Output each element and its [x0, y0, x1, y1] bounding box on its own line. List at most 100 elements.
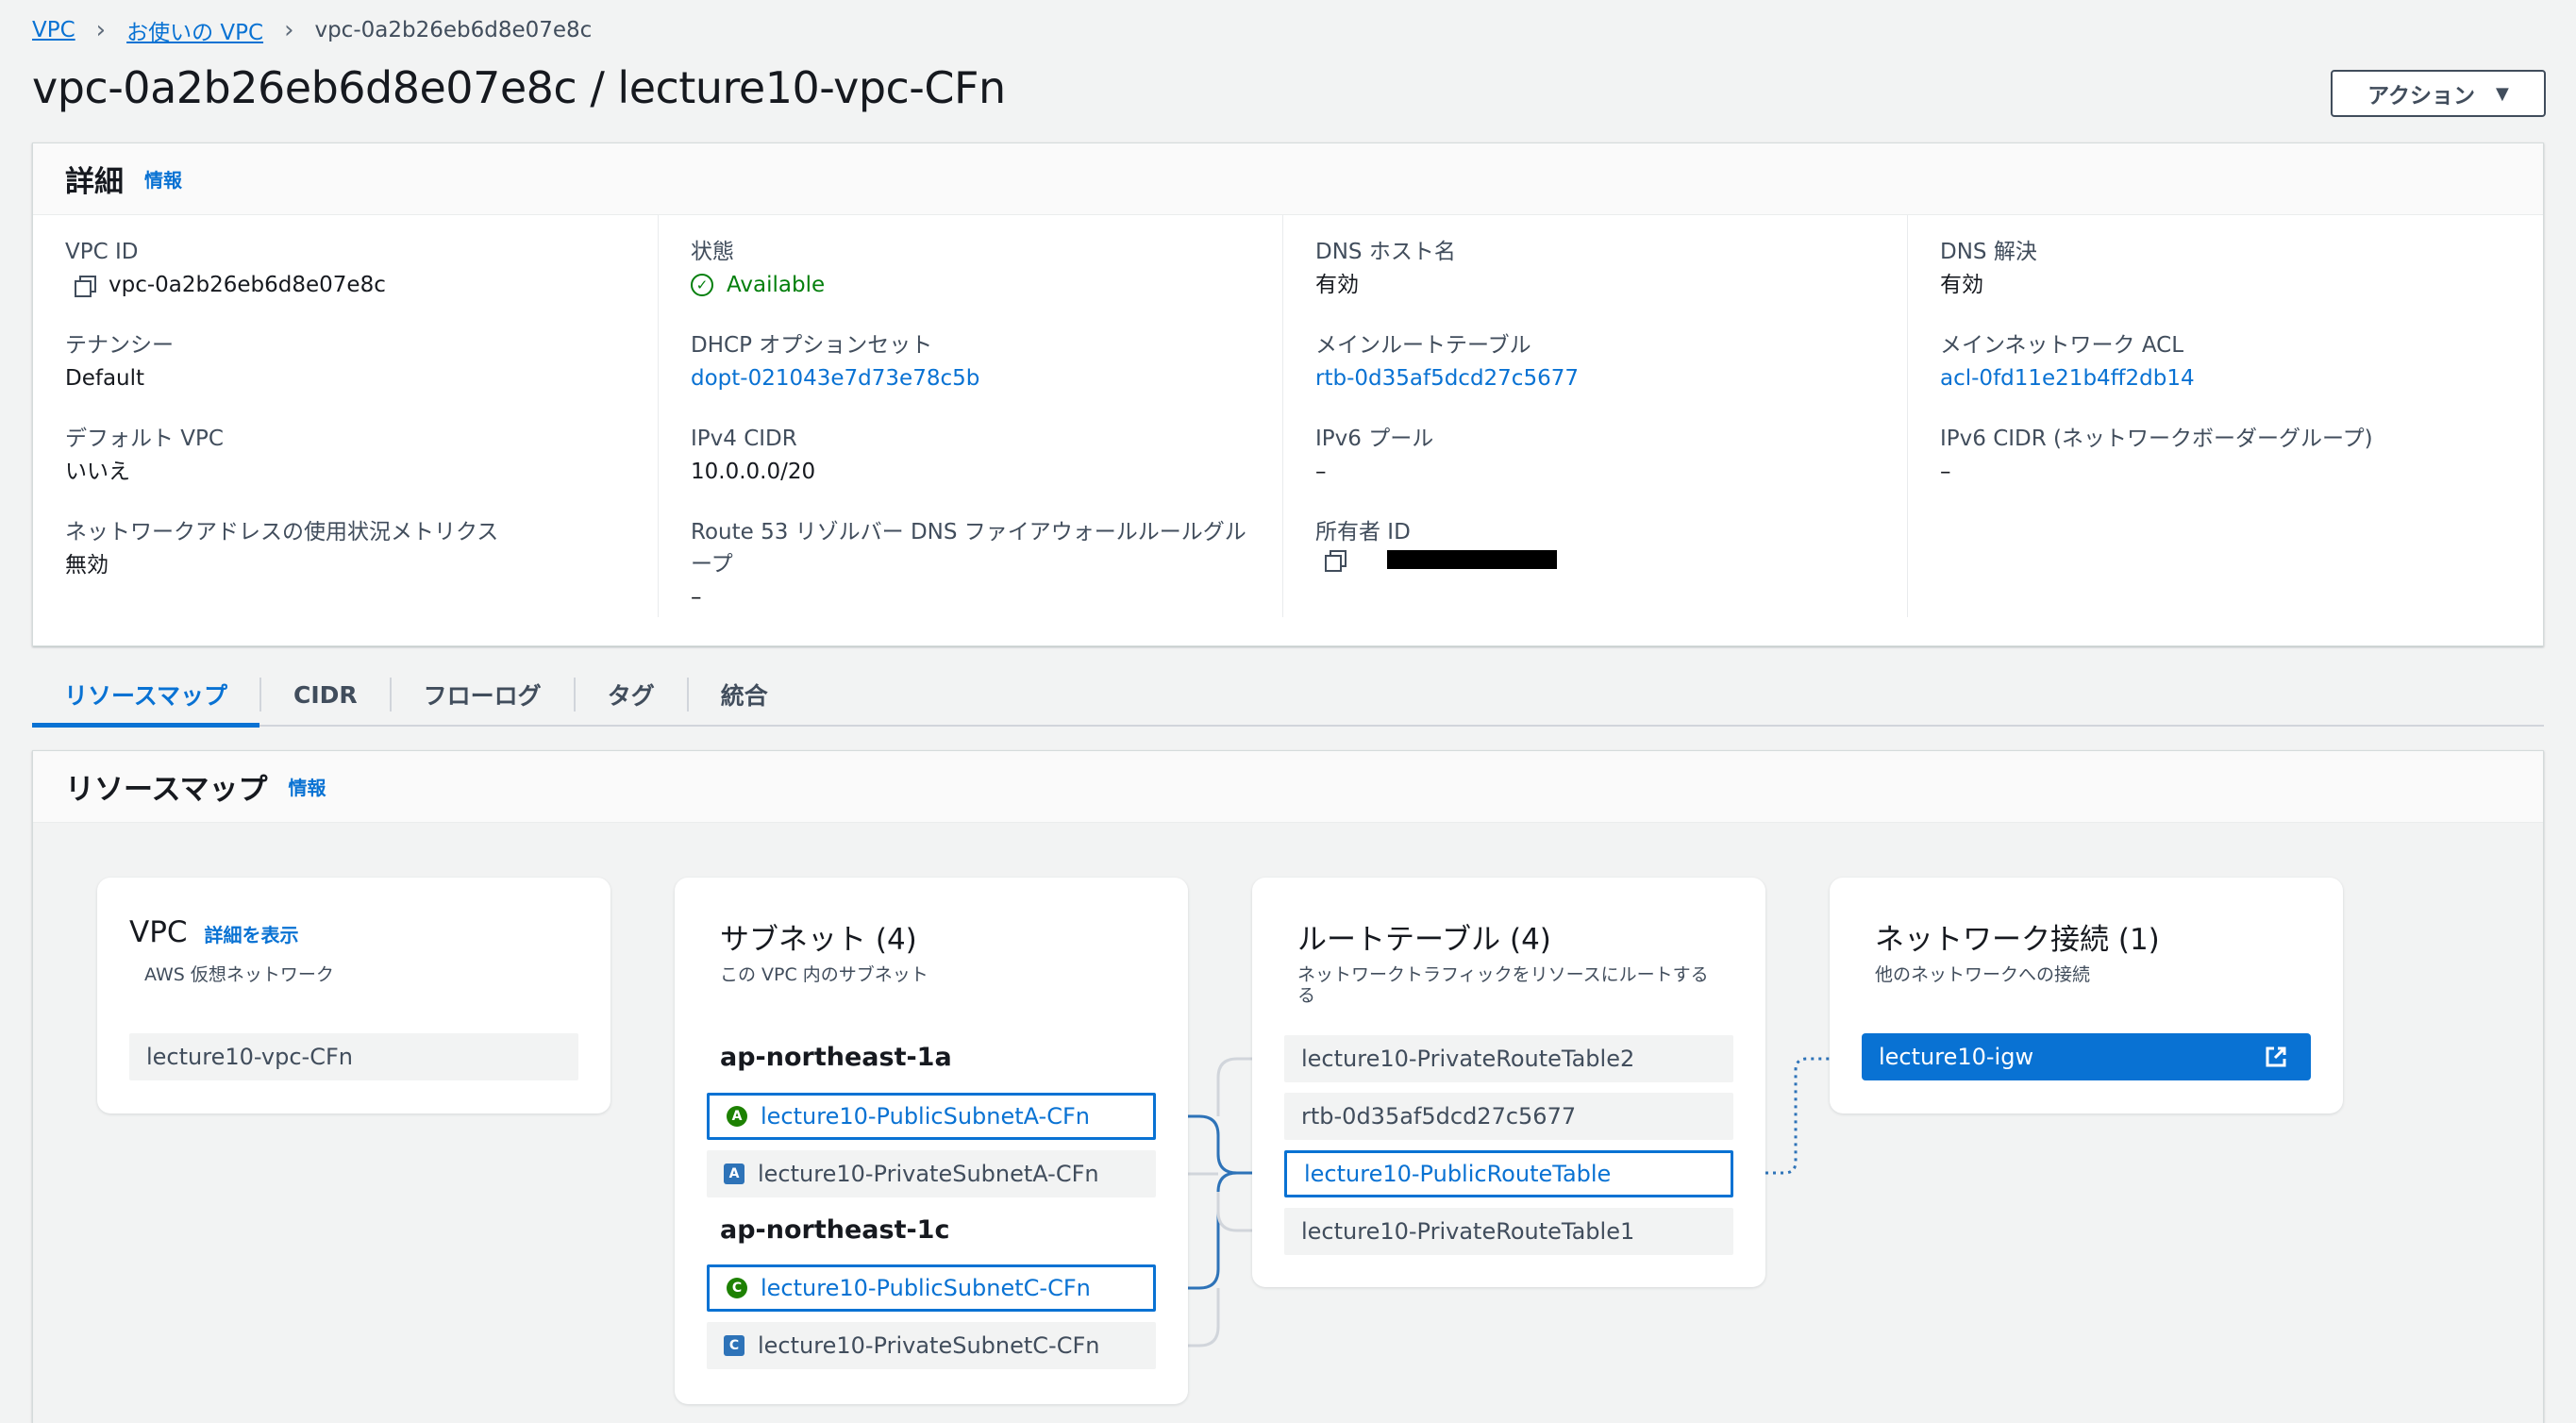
default-vpc-label: デフォルト VPC [65, 427, 224, 451]
tab-resource-map[interactable]: リソースマップ [32, 663, 260, 728]
main-network-acl-link[interactable]: acl-0fd11e21b4ff2db14 [1940, 361, 2532, 395]
subnet-name: lecture10-PrivateSubnetC-CFn [758, 1332, 1100, 1359]
main-network-acl-label: メインネットワーク ACL [1940, 333, 2184, 358]
page-title: vpc-0a2b26eb6d8e07e8c / lecture10-vpc-CF… [32, 62, 1006, 113]
ipv6-pool-label: IPv6 プール [1315, 427, 1434, 451]
subnet-badge-icon: A [724, 1164, 744, 1184]
dhcp-link[interactable]: dopt-021043e7d73e78c5b [691, 361, 1282, 395]
subnet-name: lecture10-PublicSubnetA-CFn [761, 1103, 1090, 1130]
igw-item[interactable]: lecture10-igw [1862, 1033, 2311, 1080]
dns-resolution-label: DNS 解決 [1940, 240, 2037, 264]
details-title: 詳細 [65, 165, 124, 199]
details-header: 詳細 情報 [33, 143, 2543, 215]
owner-id-label: 所有者 ID [1315, 520, 1411, 544]
main-route-table-label: メインルートテーブル [1315, 333, 1531, 358]
main-route-table-link[interactable]: rtb-0d35af5dcd27c5677 [1315, 361, 1907, 395]
resource-map-body: VPC 詳細を表示 AWS 仮想ネットワーク lecture10-vpc-CFn… [33, 823, 2543, 1423]
vpc-card-title: VPC [129, 915, 188, 949]
dns-hostnames-label: DNS ホスト名 [1315, 240, 1456, 264]
ipv6-pool-value: – [1315, 460, 1327, 484]
network-card-subtitle: 他のネットワークへの接続 [1875, 964, 2091, 985]
route-table-item-public[interactable]: lecture10-PublicRouteTable [1284, 1150, 1733, 1197]
breadcrumb-current: vpc-0a2b26eb6d8e07e8c [314, 18, 593, 42]
route-table-item-private2[interactable]: lecture10-PrivateRouteTable2 [1284, 1035, 1733, 1082]
details-column-4: DNS 解決 有効 メインネットワーク ACL acl-0fd11e21b4ff… [1907, 215, 2532, 617]
state-value: Available [727, 273, 826, 297]
resource-map-info-link[interactable]: 情報 [289, 773, 326, 800]
az-label-1a: ap-northeast-1a [720, 1043, 952, 1072]
details-column-3: DNS ホスト名 有効 メインルートテーブル rtb-0d35af5dcd27c… [1282, 215, 1907, 617]
ipv4-cidr-value: 10.0.0.0/20 [691, 460, 816, 484]
igw-name: lecture10-igw [1879, 1044, 2034, 1070]
copy-icon[interactable] [73, 274, 96, 297]
owner-id-redacted [1387, 550, 1557, 569]
tab-bar: リソースマップ CIDR フローログ タグ 統合 [32, 663, 2544, 728]
resource-map-header: リソースマップ 情報 [33, 751, 2543, 823]
breadcrumb-your-vpcs-link[interactable]: お使いの VPC [126, 14, 263, 46]
route53-label-line1: Route 53 リゾルバー DNS ファイアウォールルールグル [691, 520, 1246, 544]
details-info-link[interactable]: 情報 [144, 165, 182, 193]
state-label: 状態 [691, 240, 734, 264]
metrics-value: 無効 [65, 553, 109, 578]
vpc-id-label: VPC ID [65, 240, 139, 264]
external-link-icon[interactable] [2264, 1045, 2288, 1069]
route53-label-line2: ープ [691, 552, 733, 577]
subnet-item-public-c[interactable]: C lecture10-PublicSubnetC-CFn [707, 1264, 1156, 1312]
breadcrumb: VPC › お使いの VPC › vpc-0a2b26eb6d8e07e8c [32, 11, 592, 49]
breadcrumb-vpc-link[interactable]: VPC [32, 18, 75, 42]
tab-integrations[interactable]: 統合 [689, 663, 800, 726]
vpc-view-details-link[interactable]: 詳細を表示 [205, 920, 299, 947]
vpc-card-subtitle: AWS 仮想ネットワーク [144, 964, 334, 985]
ipv6-cidr-label: IPv6 CIDR (ネットワークボーダーグループ) [1940, 427, 2373, 451]
default-vpc-value: いいえ [65, 460, 130, 484]
actions-button[interactable]: アクション ▼ [2331, 70, 2546, 117]
details-grid: VPC ID vpc-0a2b26eb6d8e07e8c テナンシー Defau… [33, 215, 2543, 645]
subnet-item-public-a[interactable]: A lecture10-PublicSubnetA-CFn [707, 1093, 1156, 1140]
route-table-subtitle-line2: る [1297, 985, 1316, 1006]
details-column-2: 状態 ✓ Available DHCP オプションセット dopt-021043… [658, 215, 1282, 617]
subnet-card-subtitle: この VPC 内のサブネット [720, 964, 928, 985]
dns-resolution-value: 有効 [1940, 273, 1983, 297]
chevron-right-icon: › [95, 16, 107, 44]
route-table-card-subtitle: ネットワークトラフィックをリソースにルートする る [1297, 963, 1709, 1006]
tab-cidr[interactable]: CIDR [261, 663, 390, 726]
chevron-right-icon: › [284, 16, 294, 44]
subnet-item-private-a[interactable]: A lecture10-PrivateSubnetA-CFn [707, 1150, 1156, 1197]
subnet-badge-icon: C [727, 1278, 747, 1298]
vpc-item[interactable]: lecture10-vpc-CFn [129, 1033, 578, 1080]
resource-map-panel: リソースマップ 情報 VPC 詳細を表示 AWS 仮想ネットワーク lectur… [32, 750, 2544, 1423]
subnet-badge-icon: A [727, 1106, 747, 1127]
ipv6-cidr-value: – [1940, 460, 1951, 484]
dns-hostnames-value: 有効 [1315, 273, 1359, 297]
subnet-item-private-c[interactable]: C lecture10-PrivateSubnetC-CFn [707, 1322, 1156, 1369]
details-column-1: VPC ID vpc-0a2b26eb6d8e07e8c テナンシー Defau… [33, 215, 658, 617]
actions-button-label: アクション [2367, 84, 2475, 109]
subnet-card-title: サブネット (4) [720, 923, 917, 957]
route-table-card-title: ルートテーブル (4) [1297, 923, 1551, 957]
network-card-title: ネットワーク接続 (1) [1875, 923, 2160, 957]
ipv4-cidr-label: IPv4 CIDR [691, 427, 797, 451]
route-table-item-private1[interactable]: lecture10-PrivateRouteTable1 [1284, 1208, 1733, 1255]
dhcp-label: DHCP オプションセット [691, 333, 933, 358]
subnet-name: lecture10-PrivateSubnetA-CFn [758, 1161, 1099, 1187]
az-label-1c: ap-northeast-1c [720, 1215, 950, 1245]
copy-icon[interactable] [1323, 548, 1347, 572]
tenancy-label: テナンシー [65, 333, 174, 358]
metrics-label: ネットワークアドレスの使用状況メトリクス [65, 520, 499, 544]
subnet-name: lecture10-PublicSubnetC-CFn [761, 1275, 1091, 1301]
success-check-icon: ✓ [691, 274, 713, 296]
network-connections-card: ネットワーク接続 (1) 他のネットワークへの接続 lecture10-igw [1830, 878, 2343, 1113]
route-table-card: ルートテーブル (4) ネットワークトラフィックをリソースにルートする る le… [1252, 878, 1765, 1287]
route-table-item-main[interactable]: rtb-0d35af5dcd27c5677 [1284, 1093, 1733, 1140]
route-table-subtitle-line1: ネットワークトラフィックをリソースにルートする [1297, 964, 1709, 985]
vpc-card: VPC 詳細を表示 AWS 仮想ネットワーク lecture10-vpc-CFn [97, 878, 611, 1113]
vpc-id-value: vpc-0a2b26eb6d8e07e8c [109, 273, 386, 297]
route53-value: – [691, 585, 702, 610]
tab-tags[interactable]: タグ [576, 663, 687, 726]
tab-flow-logs[interactable]: フローログ [392, 663, 574, 726]
resource-map-title: リソースマップ [65, 773, 268, 807]
caret-down-icon: ▼ [2496, 83, 2509, 104]
details-panel: 詳細 情報 VPC ID vpc-0a2b26eb6d8e07e8c テナンシー… [32, 142, 2544, 646]
subnet-badge-icon: C [724, 1335, 744, 1356]
subnet-card: サブネット (4) この VPC 内のサブネット ap-northeast-1a… [675, 878, 1188, 1404]
